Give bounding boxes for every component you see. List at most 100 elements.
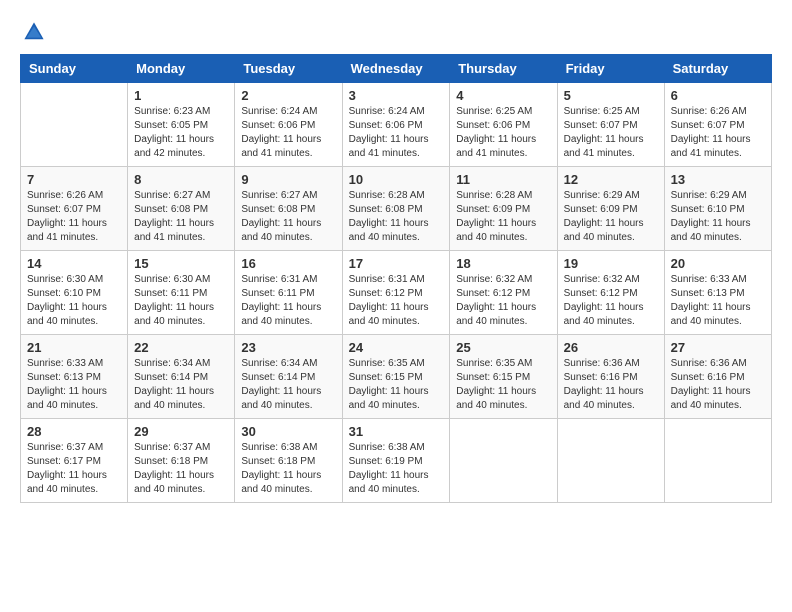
day-number: 4	[456, 88, 550, 103]
logo	[20, 20, 46, 44]
day-info: Sunrise: 6:25 AMSunset: 6:07 PMDaylight:…	[564, 105, 658, 161]
day-info: Sunrise: 6:30 AMSunset: 6:11 PMDaylight:…	[134, 273, 228, 329]
calendar-cell: 22 Sunrise: 6:34 AMSunset: 6:14 PMDayligh…	[128, 335, 235, 419]
calendar-cell: 13Sunrise: 6:29 AMSunset: 6:10 PMDayligh…	[664, 167, 771, 251]
day-number: 20	[671, 256, 765, 271]
day-info: Sunrise: 6:37 AMSunset: 6:18 PMDaylight:…	[134, 441, 228, 497]
day-info: Sunrise: 6:28 AMSunset: 6:09 PMDaylight:…	[456, 189, 550, 245]
day-info: Sunrise: 6:27 AMSunset: 6:08 PMDaylight:…	[241, 189, 335, 245]
day-number: 3	[349, 88, 444, 103]
day-info: Sunrise: 6:36 AMSunset: 6:16 PMDaylight:…	[564, 357, 658, 413]
day-info: Sunrise: 6:36 AMSunset: 6:16 PMDaylight:…	[671, 357, 765, 413]
day-number: 28	[27, 424, 121, 439]
day-info: Sunrise: 6:33 AMSunset: 6:13 PMDaylight:…	[671, 273, 765, 329]
day-info: Sunrise: 6:34 AMSunset: 6:14 PMDaylight:…	[134, 357, 228, 413]
calendar-cell: 20 Sunrise: 6:33 AMSunset: 6:13 PMDayligh…	[664, 251, 771, 335]
day-number: 9	[241, 172, 335, 187]
calendar-cell: 5 Sunrise: 6:25 AMSunset: 6:07 PMDaylight…	[557, 83, 664, 167]
logo-icon	[22, 20, 46, 44]
calendar-week-2: 7 Sunrise: 6:26 AMSunset: 6:07 PMDaylight…	[21, 167, 772, 251]
day-number: 19	[564, 256, 658, 271]
calendar-cell: 6 Sunrise: 6:26 AMSunset: 6:07 PMDaylight…	[664, 83, 771, 167]
calendar-cell: 4 Sunrise: 6:25 AMSunset: 6:06 PMDaylight…	[450, 83, 557, 167]
day-number: 31	[349, 424, 444, 439]
day-number: 13	[671, 172, 765, 187]
calendar-cell	[450, 419, 557, 503]
day-info: Sunrise: 6:32 AMSunset: 6:12 PMDaylight:…	[456, 273, 550, 329]
day-info: Sunrise: 6:32 AMSunset: 6:12 PMDaylight:…	[564, 273, 658, 329]
calendar-cell	[21, 83, 128, 167]
day-info: Sunrise: 6:37 AMSunset: 6:17 PMDaylight:…	[27, 441, 121, 497]
calendar-cell: 26 Sunrise: 6:36 AMSunset: 6:16 PMDayligh…	[557, 335, 664, 419]
day-info: Sunrise: 6:34 AMSunset: 6:14 PMDaylight:…	[241, 357, 335, 413]
calendar-week-5: 28 Sunrise: 6:37 AMSunset: 6:17 PMDayligh…	[21, 419, 772, 503]
day-number: 29	[134, 424, 228, 439]
calendar-cell: 2Sunrise: 6:24 AMSunset: 6:06 PMDaylight…	[235, 83, 342, 167]
day-number: 18	[456, 256, 550, 271]
day-number: 5	[564, 88, 658, 103]
day-number: 30	[241, 424, 335, 439]
day-number: 24	[349, 340, 444, 355]
calendar-week-1: 1 Sunrise: 6:23 AMSunset: 6:05 PMDaylight…	[21, 83, 772, 167]
calendar-cell	[664, 419, 771, 503]
calendar-cell: 25Sunrise: 6:35 AMSunset: 6:15 PMDayligh…	[450, 335, 557, 419]
day-number: 16	[241, 256, 335, 271]
day-info: Sunrise: 6:31 AMSunset: 6:11 PMDaylight:…	[241, 273, 335, 329]
day-info: Sunrise: 6:35 AMSunset: 6:15 PMDaylight:…	[456, 357, 550, 413]
day-number: 21	[27, 340, 121, 355]
day-number: 26	[564, 340, 658, 355]
day-info: Sunrise: 6:38 AMSunset: 6:18 PMDaylight:…	[241, 441, 335, 497]
day-info: Sunrise: 6:33 AMSunset: 6:13 PMDaylight:…	[27, 357, 121, 413]
calendar-cell: 7 Sunrise: 6:26 AMSunset: 6:07 PMDaylight…	[21, 167, 128, 251]
day-number: 7	[27, 172, 121, 187]
calendar-cell: 28 Sunrise: 6:37 AMSunset: 6:17 PMDayligh…	[21, 419, 128, 503]
calendar-cell: 17 Sunrise: 6:31 AMSunset: 6:12 PMDayligh…	[342, 251, 450, 335]
day-number: 22	[134, 340, 228, 355]
calendar-header-monday: Monday	[128, 55, 235, 83]
page-header	[20, 20, 772, 44]
day-info: Sunrise: 6:31 AMSunset: 6:12 PMDaylight:…	[349, 273, 444, 329]
calendar-cell: 30 Sunrise: 6:38 AMSunset: 6:18 PMDayligh…	[235, 419, 342, 503]
calendar-cell: 19 Sunrise: 6:32 AMSunset: 6:12 PMDayligh…	[557, 251, 664, 335]
calendar-cell: 12 Sunrise: 6:29 AMSunset: 6:09 PMDayligh…	[557, 167, 664, 251]
day-number: 10	[349, 172, 444, 187]
day-number: 27	[671, 340, 765, 355]
calendar-cell: 10 Sunrise: 6:28 AMSunset: 6:08 PMDayligh…	[342, 167, 450, 251]
calendar-cell: 11 Sunrise: 6:28 AMSunset: 6:09 PMDayligh…	[450, 167, 557, 251]
day-number: 1	[134, 88, 228, 103]
calendar-cell: 8 Sunrise: 6:27 AMSunset: 6:08 PMDaylight…	[128, 167, 235, 251]
day-info: Sunrise: 6:38 AMSunset: 6:19 PMDaylight:…	[349, 441, 444, 497]
calendar-cell: 29 Sunrise: 6:37 AMSunset: 6:18 PMDayligh…	[128, 419, 235, 503]
day-number: 17	[349, 256, 444, 271]
day-info: Sunrise: 6:27 AMSunset: 6:08 PMDaylight:…	[134, 189, 228, 245]
day-info: Sunrise: 6:26 AMSunset: 6:07 PMDaylight:…	[671, 105, 765, 161]
calendar-cell: 21 Sunrise: 6:33 AMSunset: 6:13 PMDayligh…	[21, 335, 128, 419]
day-info: Sunrise: 6:30 AMSunset: 6:10 PMDaylight:…	[27, 273, 121, 329]
calendar-header-row: SundayMondayTuesdayWednesdayThursdayFrid…	[21, 55, 772, 83]
day-number: 12	[564, 172, 658, 187]
calendar-week-4: 21 Sunrise: 6:33 AMSunset: 6:13 PMDayligh…	[21, 335, 772, 419]
day-info: Sunrise: 6:24 AMSunset: 6:06 PMDaylight:…	[349, 105, 444, 161]
day-info: Sunrise: 6:24 AMSunset: 6:06 PMDaylight:…	[241, 105, 335, 161]
calendar-table: SundayMondayTuesdayWednesdayThursdayFrid…	[20, 54, 772, 503]
day-info: Sunrise: 6:25 AMSunset: 6:06 PMDaylight:…	[456, 105, 550, 161]
calendar-cell: 1 Sunrise: 6:23 AMSunset: 6:05 PMDaylight…	[128, 83, 235, 167]
calendar-header-thursday: Thursday	[450, 55, 557, 83]
day-info: Sunrise: 6:29 AMSunset: 6:09 PMDaylight:…	[564, 189, 658, 245]
day-number: 6	[671, 88, 765, 103]
day-number: 11	[456, 172, 550, 187]
day-number: 8	[134, 172, 228, 187]
calendar-cell: 27 Sunrise: 6:36 AMSunset: 6:16 PMDayligh…	[664, 335, 771, 419]
calendar-cell: 23 Sunrise: 6:34 AMSunset: 6:14 PMDayligh…	[235, 335, 342, 419]
calendar-header-friday: Friday	[557, 55, 664, 83]
calendar-cell: 18 Sunrise: 6:32 AMSunset: 6:12 PMDayligh…	[450, 251, 557, 335]
day-info: Sunrise: 6:28 AMSunset: 6:08 PMDaylight:…	[349, 189, 444, 245]
day-number: 14	[27, 256, 121, 271]
day-number: 23	[241, 340, 335, 355]
calendar-cell: 9 Sunrise: 6:27 AMSunset: 6:08 PMDaylight…	[235, 167, 342, 251]
calendar-week-3: 14 Sunrise: 6:30 AMSunset: 6:10 PMDayligh…	[21, 251, 772, 335]
day-info: Sunrise: 6:26 AMSunset: 6:07 PMDaylight:…	[27, 189, 121, 245]
calendar-header-sunday: Sunday	[21, 55, 128, 83]
day-info: Sunrise: 6:23 AMSunset: 6:05 PMDaylight:…	[134, 105, 228, 161]
calendar-cell: 3 Sunrise: 6:24 AMSunset: 6:06 PMDaylight…	[342, 83, 450, 167]
